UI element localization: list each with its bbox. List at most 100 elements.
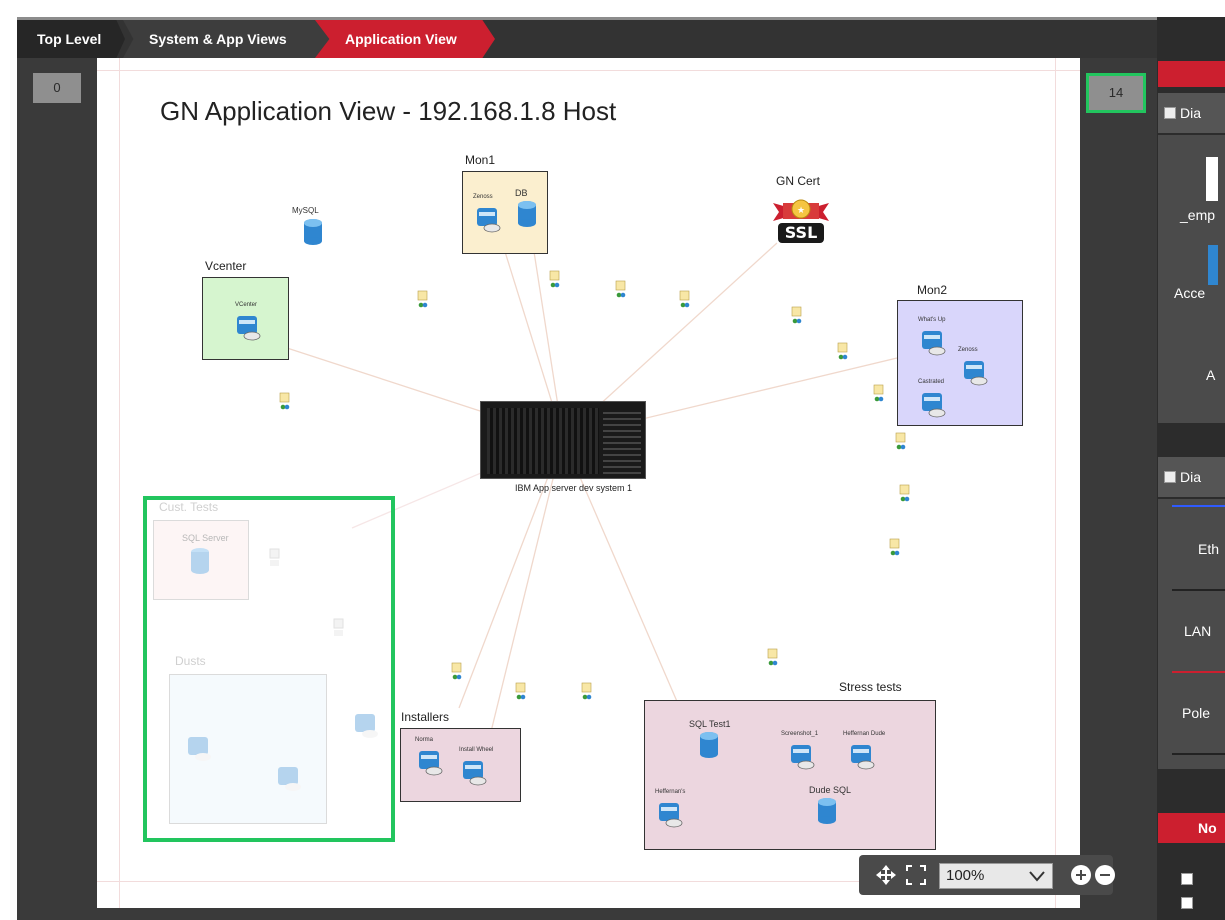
notes-section-header[interactable]: No	[1158, 813, 1225, 843]
installer-wheel-server-icon[interactable]	[461, 759, 487, 787]
stress-group-label: Stress tests	[839, 680, 902, 694]
diagram-section-checkbox[interactable]	[1164, 107, 1176, 119]
mon2-whatsup-label: What's Up	[918, 317, 946, 323]
mon1-db-database-icon[interactable]	[517, 200, 537, 228]
zoom-in-icon[interactable]	[1071, 865, 1091, 885]
app-window: Top Level System & App Views Application…	[17, 17, 1225, 920]
mon1-group[interactable]: Zenoss DB	[462, 171, 548, 254]
empty-slot-icon	[1206, 157, 1218, 201]
breadcrumb-system-app-views[interactable]: System & App Views	[123, 20, 331, 58]
lan-line	[1172, 589, 1225, 591]
stress-heffernans-server-icon[interactable]	[657, 801, 683, 829]
server-label: IBM App server dev system 1	[515, 483, 633, 493]
mon2-zenoss-label: Zenoss	[958, 347, 978, 353]
server-front-panel	[487, 408, 599, 474]
diagram-section-2-body: Eth LAN Pole	[1158, 499, 1225, 769]
zoom-toolbar: 100%	[859, 855, 1115, 895]
app-node-icon[interactable]	[279, 392, 291, 412]
mon2-zenoss-server-icon[interactable]	[962, 359, 988, 387]
mon2-castrated-server-icon[interactable]	[920, 391, 946, 419]
installer-norma-server-icon[interactable]	[417, 749, 443, 777]
zoom-out-icon[interactable]	[1095, 865, 1115, 885]
installers-group[interactable]: Norma Install Wheel	[400, 728, 521, 802]
diagram-section-body: _emp Acce A	[1158, 135, 1225, 423]
app-node-icon[interactable]	[889, 538, 901, 558]
vcenter-node-label: VCenter	[235, 302, 258, 308]
diagram-section-2-header[interactable]: Dia	[1158, 457, 1225, 497]
app-node-icon[interactable]	[837, 342, 849, 362]
installer-wheel-label: Install Wheel	[459, 747, 494, 753]
ethernet-text: Eth	[1198, 541, 1220, 557]
properties-side-panel: Dia _emp Acce A Dia Eth LAN Pole No	[1157, 17, 1225, 920]
vcenter-group-label: Vcenter	[205, 259, 247, 273]
left-counter[interactable]: 0	[33, 73, 81, 103]
app-node-icon[interactable]	[417, 290, 429, 310]
breadcrumb-application-view[interactable]: Application View	[315, 20, 495, 58]
zoom-level-select[interactable]: 100%	[939, 863, 1053, 889]
selection-rectangle[interactable]	[143, 496, 395, 842]
vcenter-group[interactable]: VCenter	[202, 277, 289, 360]
mysql-label: MySQL	[292, 206, 319, 215]
pan-move-icon[interactable]	[875, 864, 897, 886]
installer-norma-label: Norma	[415, 737, 434, 743]
lan-red-line	[1172, 671, 1225, 673]
pole-line	[1172, 753, 1225, 755]
svg-text:★: ★	[797, 206, 805, 216]
pole-text: Pole	[1182, 705, 1211, 721]
app-node-icon[interactable]	[899, 484, 911, 504]
sql-test1-label: SQL Test1	[689, 719, 731, 729]
server-drive-bays	[603, 408, 641, 474]
app-node-icon[interactable]	[581, 682, 593, 702]
gn-cert-label: GN Cert	[776, 174, 821, 188]
stress-heffernan-dude-server-icon[interactable]	[849, 743, 875, 771]
ssl-certificate-icon[interactable]: ★ SSL	[773, 193, 829, 245]
diagram-section-label: Dia	[1180, 105, 1202, 121]
link-stress	[562, 437, 683, 714]
right-counter[interactable]: 14	[1086, 73, 1146, 113]
app-node-icon[interactable]	[873, 384, 885, 404]
sql-test1-database-icon[interactable]	[699, 731, 719, 759]
breadcrumb: Top Level System & App Views Application…	[17, 20, 1157, 58]
app-node-icon[interactable]	[679, 290, 691, 310]
access-text: Acce	[1174, 285, 1206, 301]
installers-group-label: Installers	[401, 710, 450, 724]
stress-heffernan-dude-label: Heffernan Dude	[843, 731, 886, 737]
stress-screenshot-server-icon[interactable]	[789, 743, 815, 771]
ibm-app-server-icon[interactable]	[480, 401, 646, 479]
fit-to-screen-icon[interactable]	[905, 864, 927, 886]
ssl-text: SSL	[784, 223, 818, 242]
notes-checkbox-2[interactable]	[1181, 897, 1193, 909]
app-node-icon[interactable]	[767, 648, 779, 668]
vcenter-server-icon[interactable]	[235, 314, 261, 342]
notes-checkbox[interactable]	[1181, 873, 1193, 885]
dude-sql-label: Dude SQL	[809, 785, 852, 795]
app-node-icon[interactable]	[791, 306, 803, 326]
chevron-down-icon	[1029, 871, 1045, 882]
mon2-group[interactable]: What's Up Zenoss Castrated	[897, 300, 1023, 426]
app-node-icon[interactable]	[615, 280, 627, 300]
breadcrumb-top-level[interactable]: Top Level	[17, 20, 125, 58]
mysql-database-icon[interactable]	[303, 218, 323, 246]
notes-section-label: No	[1198, 820, 1217, 836]
emp-text: _emp	[1180, 207, 1216, 223]
app-node-icon[interactable]	[549, 270, 561, 290]
lan-text: LAN	[1184, 623, 1212, 639]
app-node-icon[interactable]	[515, 682, 527, 702]
zoom-level-value: 100%	[946, 867, 985, 884]
app-node-icon[interactable]	[895, 432, 907, 452]
mon2-group-label: Mon2	[917, 283, 948, 297]
access-icon	[1208, 245, 1218, 285]
mon2-whatsup-server-icon[interactable]	[920, 329, 946, 357]
diagram-canvas[interactable]: GN Application View - 192.168.1.8 Host M…	[97, 58, 1080, 908]
a-text: A	[1206, 367, 1216, 383]
diagram-section-2-checkbox[interactable]	[1164, 471, 1176, 483]
dude-sql-database-icon[interactable]	[817, 797, 837, 825]
mon1-group-label: Mon1	[465, 153, 496, 167]
side-panel-header	[1158, 61, 1225, 87]
diagram-section-header[interactable]: Dia	[1158, 93, 1225, 133]
stress-tests-group[interactable]: SQL Test1 Screenshot_1 Heffernan Dude He…	[644, 700, 936, 850]
diagram-section-2-label: Dia	[1180, 469, 1202, 485]
mon1-zenoss-server-icon[interactable]	[475, 206, 501, 234]
app-node-icon[interactable]	[451, 662, 463, 682]
mon1-zenoss-label: Zenoss	[473, 194, 493, 200]
